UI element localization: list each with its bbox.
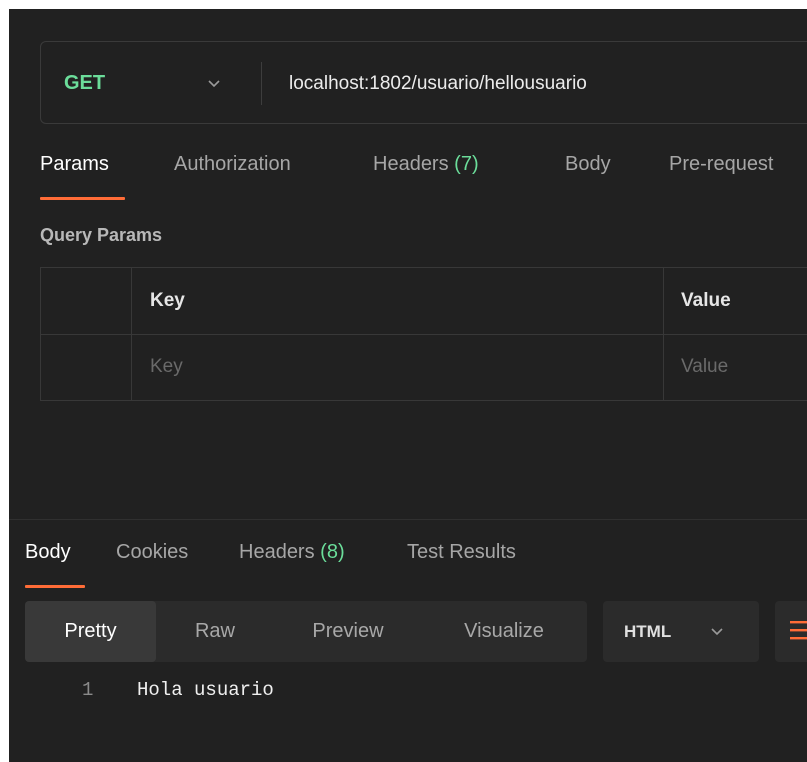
postman-window: GET localhost:1802/usuario/hellousuario … [9, 9, 807, 762]
url-input[interactable]: localhost:1802/usuario/hellousuario [289, 42, 587, 125]
param-key-input[interactable]: Key [132, 334, 664, 400]
response-divider[interactable] [9, 519, 807, 520]
row-checkbox-cell [41, 334, 132, 400]
param-value-input[interactable]: Value [664, 334, 807, 400]
response-body-text: Hola usuario [137, 679, 274, 701]
tab-headers-count: (7) [454, 153, 479, 175]
line-number: 1 [82, 679, 94, 701]
url-divider [261, 62, 262, 105]
request-bar: GET localhost:1802/usuario/hellousuario [40, 41, 807, 124]
chevron-down-icon [710, 601, 724, 662]
tab-authorization[interactable]: Authorization [174, 153, 291, 176]
tab-headers-label: Headers [373, 153, 449, 175]
wrap-lines-icon [790, 619, 807, 648]
query-params-table: Key Value Key Value [40, 267, 807, 401]
tab-params[interactable]: Params [40, 153, 109, 176]
language-select[interactable]: HTML [603, 601, 759, 662]
response-tab-headers-label: Headers [239, 541, 315, 563]
format-pretty-button[interactable]: Pretty [25, 601, 156, 662]
chevron-down-icon[interactable] [207, 42, 221, 125]
response-tab-test-results[interactable]: Test Results [407, 541, 516, 564]
format-preview-button[interactable]: Preview [283, 601, 413, 662]
response-code-line: 1 Hola usuario [9, 679, 807, 709]
tab-pre-request[interactable]: Pre-request [669, 153, 774, 176]
response-tab-body[interactable]: Body [25, 541, 71, 564]
table-row: Key Value [41, 334, 807, 400]
response-tab-cookies[interactable]: Cookies [116, 541, 188, 564]
wrap-lines-button[interactable] [775, 601, 807, 662]
query-params-title: Query Params [40, 225, 163, 245]
format-visualize-button[interactable]: Visualize [429, 601, 579, 662]
active-response-tab-indicator [25, 585, 85, 588]
key-column-header: Key [132, 268, 664, 334]
table-header-row: Key Value [41, 268, 807, 335]
response-tabs: Body Cookies Headers (8) Test Results [9, 541, 807, 591]
request-tabs: Params Authorization Headers (7) Body Pr… [40, 153, 807, 207]
tab-headers[interactable]: Headers (7) [373, 153, 479, 176]
checkbox-column-header [41, 268, 132, 334]
format-raw-button[interactable]: Raw [161, 601, 269, 662]
method-select[interactable]: GET [64, 42, 105, 125]
response-tab-headers-count: (8) [320, 541, 345, 563]
active-tab-indicator [40, 197, 125, 200]
response-tab-headers[interactable]: Headers (8) [239, 541, 345, 564]
language-label: HTML [624, 621, 672, 641]
value-column-header: Value [681, 290, 731, 311]
format-toggle-group: Pretty Raw Preview Visualize [25, 601, 587, 662]
tab-body[interactable]: Body [565, 153, 611, 176]
